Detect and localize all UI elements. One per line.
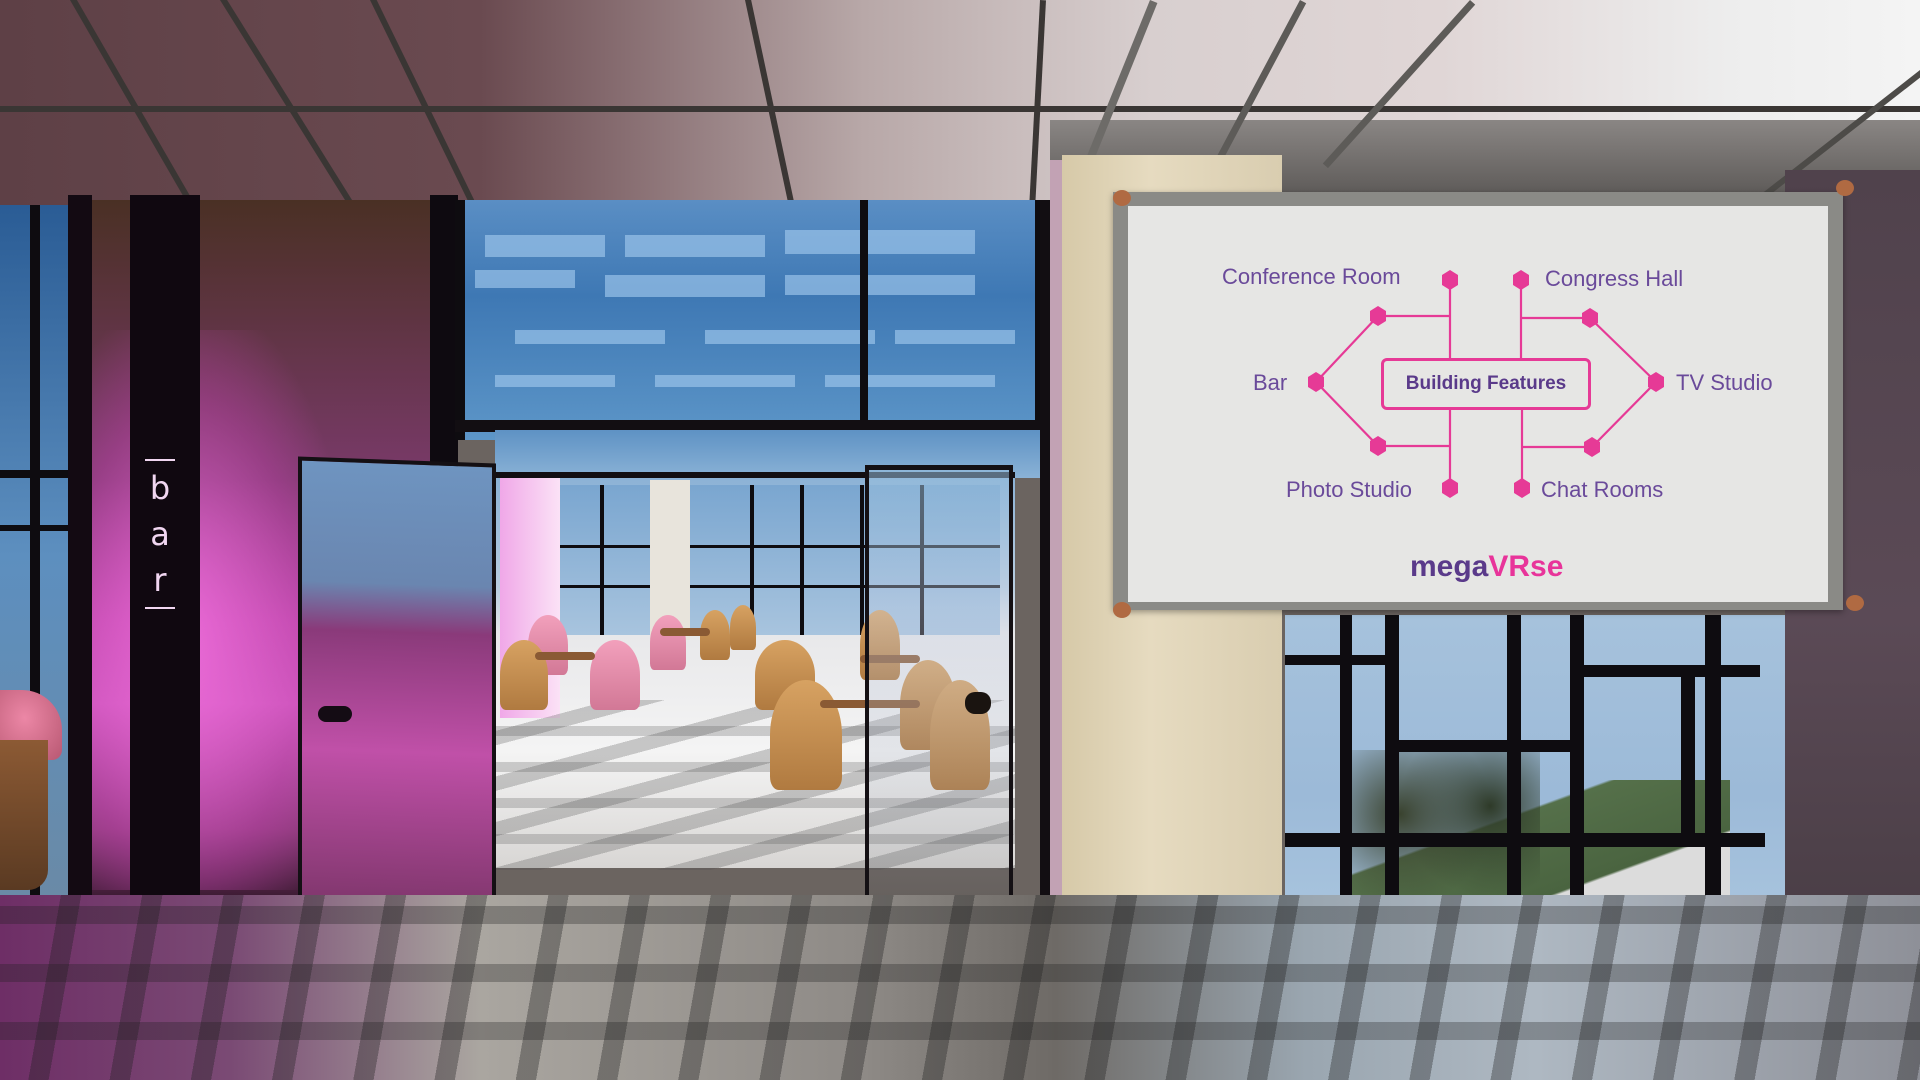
diagram-node (1513, 270, 1529, 290)
cafe-chair (650, 615, 686, 670)
bar-sign-letter: a (150, 515, 170, 553)
cafe-chair (500, 640, 548, 710)
pink-chair-base (0, 740, 48, 890)
sign-pin (1846, 595, 1864, 611)
window-mullion (1705, 615, 1721, 915)
right-window-grid (1285, 615, 1790, 915)
window-mullion (1285, 833, 1765, 847)
floor-window-shadows (0, 895, 1920, 1080)
open-glass-door-left[interactable] (298, 456, 496, 952)
feature-label-tv-studio: TV Studio (1676, 370, 1773, 395)
skylight-reflection (705, 330, 875, 344)
window-mullion (1570, 665, 1760, 677)
diagram-node (1582, 308, 1598, 328)
skylight-reflection (485, 235, 605, 257)
skylight-reflection (625, 235, 765, 257)
skylight-reflection (825, 375, 995, 387)
brand-part1: mega (1410, 550, 1489, 583)
door-handle[interactable] (965, 692, 991, 714)
brand-part2: VRse (1488, 550, 1564, 583)
feature-label-bar: Bar (1253, 370, 1288, 395)
skylight-reflection (495, 375, 615, 387)
diagram-node (1514, 478, 1530, 498)
cafe-chair (590, 640, 640, 710)
upper-glass-panel (455, 200, 1045, 440)
cafe-chair (730, 605, 756, 650)
skylight-reflection (785, 275, 975, 295)
window-mullion (600, 485, 604, 635)
diagram-center-box: Building Features (1381, 358, 1591, 410)
window-mullion (860, 200, 868, 440)
window-mullion (1285, 655, 1385, 665)
sign-rule (145, 607, 175, 609)
bar-sign: b a r (140, 455, 180, 635)
diagram-link (1314, 315, 1379, 447)
diagram-link (1589, 317, 1658, 448)
dark-column (68, 195, 92, 895)
bar-sign-letter: r (153, 561, 167, 599)
skylight-reflection (475, 270, 575, 288)
cafe-chair (770, 680, 842, 790)
skylight-reflection (515, 330, 665, 344)
window-mullion (1570, 615, 1584, 915)
window-mullion (455, 200, 465, 440)
window-mullion (860, 485, 864, 635)
feature-label-chat-rooms: Chat Rooms (1541, 477, 1664, 502)
sign-rule (145, 459, 175, 461)
sign-pin (1113, 602, 1131, 618)
skylight-reflection (785, 230, 975, 254)
bar-sign-letter: b (149, 469, 171, 507)
center-label: Building Features (1405, 373, 1567, 394)
megavrse-logo: megaVRse (1410, 550, 1564, 584)
feature-label-congress-hall: Congress Hall (1545, 266, 1684, 291)
window-mullion (1385, 740, 1570, 752)
window-mullion (800, 485, 804, 635)
skylight-reflection (655, 375, 795, 387)
ceiling-beam (1029, 0, 1046, 211)
feature-label-conference-room: Conference Room (1222, 264, 1401, 289)
cafe-table (660, 628, 710, 636)
cafe-table (535, 652, 595, 660)
diagram-node (1442, 270, 1458, 290)
door-handle[interactable] (318, 706, 352, 722)
window-mullion (1385, 615, 1399, 915)
skylight-reflection (895, 330, 1015, 344)
window-mullion (1681, 675, 1695, 835)
sign-pin (1836, 180, 1854, 196)
sign-pin (1113, 190, 1131, 206)
window-mullion (1507, 615, 1521, 915)
ceiling-beam (220, 0, 353, 204)
diagram-node (1442, 478, 1458, 498)
skylight-reflection (605, 275, 765, 297)
feature-label-photo-studio: Photo Studio (1286, 477, 1412, 502)
